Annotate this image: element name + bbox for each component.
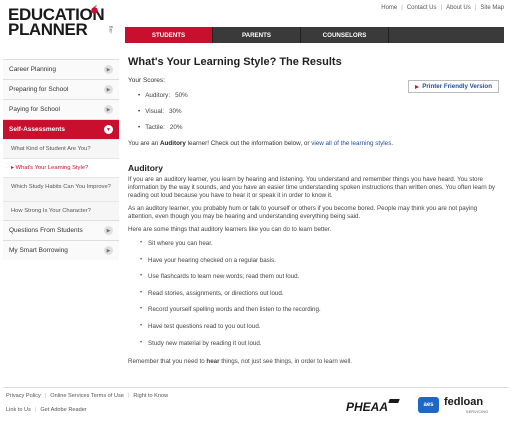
paragraph-tips-intro: Here are some things that auditory learn… xyxy=(128,226,332,233)
sidebar-item-label: Career Planning xyxy=(9,66,56,73)
chevron-right-icon: ▶ xyxy=(104,105,113,114)
fedloan-servicing-label: SERVICING xyxy=(466,410,489,414)
chevron-right-icon: ▶ xyxy=(104,85,113,94)
score-label: Auditory: xyxy=(145,92,171,99)
graduation-cap-icon xyxy=(388,399,400,403)
utility-nav: Home | Contact Us | About Us | Site Map xyxy=(381,5,504,11)
adobe-reader-link[interactable]: Get Adobe Reader xyxy=(40,407,86,413)
paragraph-description: If you are an auditory learner, you lear… xyxy=(128,176,496,199)
main-content: What's Your Learning Style? The Results … xyxy=(128,56,504,365)
chevron-right-icon: ▶ xyxy=(104,226,113,235)
sidebar-item-label: Questions From Students xyxy=(9,227,83,234)
score-value: 20% xyxy=(169,124,183,131)
all-learning-styles-link[interactable]: view all of the learning styles xyxy=(311,140,391,147)
paragraph-behavior: As an auditory learner, you probably hum… xyxy=(128,205,478,220)
score-visual: • Visual: 30% xyxy=(138,108,504,115)
score-bullet: • xyxy=(138,124,141,131)
home-link[interactable]: Home xyxy=(381,5,397,11)
footer-links-row-1: Privacy Policy | Online Services Terms o… xyxy=(6,393,168,399)
sidebar-nav: Career Planning ▶ Preparing for School ▶… xyxy=(3,59,119,260)
separator: | xyxy=(440,5,443,11)
education-planner-logo[interactable]: EDUCATION PLANNER .org xyxy=(8,5,113,39)
sidebar-item-label: Preparing for School xyxy=(9,86,69,93)
list-item: Study new material by reading it out lou… xyxy=(140,339,504,357)
closing-statement: Remember that you need to hear things, n… xyxy=(128,358,504,365)
list-item: Record yourself spelling words and then … xyxy=(140,305,504,323)
sidebar-item-self-assessments[interactable]: Self-Assessments ▼ xyxy=(3,119,119,139)
separator: | xyxy=(34,407,37,413)
list-item: Have test questions read to you out loud… xyxy=(140,322,504,340)
link-to-us-link[interactable]: Link to Us xyxy=(6,407,31,413)
privacy-policy-link[interactable]: Privacy Policy xyxy=(6,393,41,399)
result-style: Auditory xyxy=(159,140,186,147)
score-label: Visual: xyxy=(145,108,165,115)
apple-icon xyxy=(91,5,98,14)
sidebar-subitem-learning-style[interactable]: What's Your Learning Style? xyxy=(3,158,119,177)
result-statement: You are an Auditory learner! Check out t… xyxy=(128,140,504,147)
page-title: What's Your Learning Style? The Results xyxy=(128,56,342,68)
footer-divider xyxy=(3,387,509,388)
sidebar-item-my-smart-borrowing[interactable]: My Smart Borrowing ▶ xyxy=(3,240,119,260)
sidebar-item-label: Paying for School xyxy=(9,106,60,113)
list-item: Read stories, assignments, or directions… xyxy=(140,289,504,307)
score-auditory: • Auditory: 50% xyxy=(138,92,504,99)
result-middle: learner! Check out the information below… xyxy=(185,140,312,147)
pheaa-logo[interactable]: PHEAA xyxy=(346,400,388,414)
audience-tabs: STUDENTS PARENTS COUNSELORS xyxy=(125,27,504,43)
arrow-right-icon xyxy=(415,84,420,89)
list-item: Use flashcards to learn new words; read … xyxy=(140,272,504,290)
score-bullet: • xyxy=(138,92,141,99)
sidebar-item-paying-for-school[interactable]: Paying for School ▶ xyxy=(3,99,119,119)
closing-bold: hear xyxy=(206,358,220,366)
list-item: Sit where you can hear. xyxy=(140,239,504,257)
sidebar-subitem-study-habits[interactable]: Which Study Habits Can You Improve? xyxy=(3,177,119,201)
footer-links-row-2: Link to Us | Get Adobe Reader xyxy=(6,407,87,413)
score-label: Tactile: xyxy=(145,124,165,131)
sidebar-subitem-character[interactable]: How Strong Is Your Character? xyxy=(3,201,119,220)
chevron-right-icon: ▶ xyxy=(104,65,113,74)
chevron-down-icon: ▼ xyxy=(104,125,113,134)
score-value: 30% xyxy=(169,108,182,115)
sidebar-subitem-label: What's Your Learning Style? xyxy=(15,165,89,171)
fedloan-logo[interactable]: fedloan xyxy=(444,396,483,408)
aes-logo[interactable]: aes xyxy=(418,397,439,413)
result-suffix: . xyxy=(391,140,394,147)
contact-us-link[interactable]: Contact Us xyxy=(407,5,437,11)
separator: | xyxy=(127,393,130,399)
sidebar-item-questions-from-students[interactable]: Questions From Students ▶ xyxy=(3,220,119,240)
terms-of-use-link[interactable]: Online Services Terms of Use xyxy=(50,393,124,399)
sidebar-subitem-what-kind-of-student[interactable]: What Kind of Student Are You? xyxy=(3,139,119,158)
tab-parents[interactable]: PARENTS xyxy=(213,27,301,43)
site-map-link[interactable]: Site Map xyxy=(480,5,504,11)
printer-friendly-label: Printer Friendly Version xyxy=(422,83,492,90)
closing-suffix: things, not just see things, in order to… xyxy=(219,358,352,366)
logo-line-2: PLANNER xyxy=(8,20,88,39)
result-prefix: You are an xyxy=(128,140,160,147)
separator: | xyxy=(401,5,403,11)
separator: | xyxy=(44,393,47,399)
chevron-right-icon: ▶ xyxy=(104,246,113,255)
tab-students[interactable]: STUDENTS xyxy=(125,27,213,43)
sidebar-item-label: My Smart Borrowing xyxy=(9,247,68,254)
sidebar-item-career-planning[interactable]: Career Planning ▶ xyxy=(3,59,119,79)
score-tactile: • Tactile: 20% xyxy=(138,124,504,131)
sidebar-item-label: Self-Assessments xyxy=(9,126,65,133)
sidebar-item-preparing-for-school[interactable]: Preparing for School ▶ xyxy=(3,79,119,99)
score-value: 50% xyxy=(175,92,188,99)
right-to-know-link[interactable]: Right to Know xyxy=(133,393,168,399)
tab-counselors[interactable]: COUNSELORS xyxy=(301,27,389,43)
closing-prefix: Remember that you need to xyxy=(128,358,207,366)
score-bullet: • xyxy=(138,108,141,115)
logo-suffix: .org xyxy=(108,26,113,34)
about-us-link[interactable]: About Us xyxy=(446,5,471,11)
list-item: Have your hearing checked on a regular b… xyxy=(140,256,504,274)
tips-list: Sit where you can hear. Have your hearin… xyxy=(140,239,504,357)
printer-friendly-button[interactable]: Printer Friendly Version xyxy=(408,80,499,93)
section-title: Auditory xyxy=(128,163,163,173)
separator: | xyxy=(474,5,477,11)
